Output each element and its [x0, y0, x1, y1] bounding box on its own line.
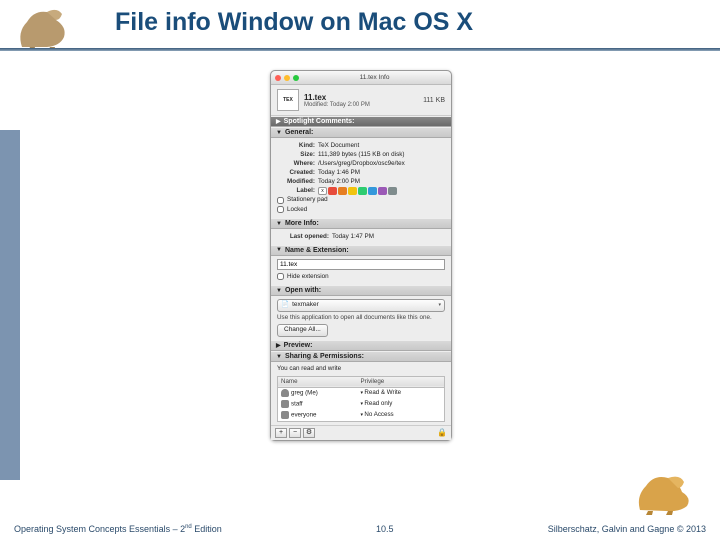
openwith-body: 📄texmaker▾ Use this application to open … — [271, 296, 451, 340]
section-moreinfo-label: More Info: — [285, 220, 319, 227]
group-icon — [281, 400, 289, 408]
open-with-app: texmaker — [292, 301, 319, 310]
section-sharing[interactable]: ▼Sharing & Permissions: — [271, 351, 451, 362]
header-filesize: 111 KB — [423, 97, 445, 104]
label-gray-icon[interactable] — [388, 187, 397, 195]
table-row: greg (Me)▾ Read & Write — [278, 387, 445, 399]
nameext-body: Hide extension — [271, 256, 451, 286]
size-value: 111,389 bytes (115 KB on disk) — [318, 151, 445, 160]
label-green-icon[interactable] — [358, 187, 367, 195]
add-button[interactable]: + — [275, 428, 287, 438]
group-icon — [281, 411, 289, 419]
hide-extension-checkbox[interactable]: Hide extension — [277, 273, 445, 282]
where-label: Where: — [277, 160, 315, 169]
section-general[interactable]: ▼General: — [271, 127, 451, 138]
slide-title: File info Window on Mac OS X — [115, 8, 473, 37]
filename-input[interactable] — [277, 259, 445, 270]
perm-col-name: Name — [278, 376, 358, 387]
section-nameext-label: Name & Extension: — [285, 247, 349, 254]
lock-icon[interactable]: 🔒 — [437, 428, 447, 438]
disclosure-down-icon: ▼ — [276, 288, 282, 294]
label-blue-icon[interactable] — [368, 187, 377, 195]
stationery-label: Stationery pad — [287, 196, 328, 205]
footer-left: Operating System Concepts Essentials – 2… — [14, 524, 222, 534]
label-yellow-icon[interactable] — [348, 187, 357, 195]
window-title: 11.tex Info — [302, 74, 447, 81]
permissions-table: NamePrivilege greg (Me)▾ Read & Write st… — [277, 376, 445, 422]
kind-value: TeX Document — [318, 142, 445, 151]
kind-label: Kind: — [277, 142, 315, 151]
disclosure-down-icon: ▼ — [276, 130, 282, 136]
modified-label: Modified: — [277, 178, 315, 187]
title-underline — [0, 48, 720, 51]
slide-header: File info Window on Mac OS X — [0, 0, 720, 60]
label-swatches: x — [318, 187, 445, 196]
label-orange-icon[interactable] — [338, 187, 347, 195]
close-icon[interactable] — [275, 75, 281, 81]
permissions-footer: + − ⚙ 🔒 — [271, 425, 451, 440]
open-with-desc: Use this application to open all documen… — [277, 314, 445, 323]
disclosure-right-icon: ▶ — [276, 342, 281, 349]
locked-label: Locked — [287, 206, 307, 215]
section-preview-label: Preview: — [284, 342, 313, 349]
section-openwith-label: Open with: — [285, 287, 321, 294]
open-with-select[interactable]: 📄texmaker▾ — [277, 299, 445, 312]
dinosaur-right-image — [632, 468, 702, 516]
table-row: everyone▾ No Access — [278, 410, 445, 422]
label-purple-icon[interactable] — [378, 187, 387, 195]
section-openwith[interactable]: ▼Open with: — [271, 285, 451, 296]
stationery-checkbox[interactable]: Stationery pad — [277, 196, 445, 205]
section-preview[interactable]: ▶Preview: — [271, 340, 451, 351]
minimize-icon[interactable] — [284, 75, 290, 81]
disclosure-down-icon: ▼ — [276, 221, 282, 227]
perm-col-priv: Privilege — [358, 376, 445, 387]
section-nameext[interactable]: ▼Name & Extension: — [271, 245, 451, 256]
general-body: Kind:TeX Document Size:111,389 bytes (11… — [271, 138, 451, 218]
size-label: Size: — [277, 151, 315, 160]
dinosaur-left-image — [12, 2, 82, 52]
disclosure-right-icon: ▶ — [276, 118, 281, 125]
file-header: TEX 11.tex Modified: Today 2:00 PM 111 K… — [271, 85, 451, 116]
where-value: /Users/greg/Dropbox/osc9e/tex — [318, 160, 445, 169]
file-info-window: 11.tex Info TEX 11.tex Modified: Today 2… — [270, 70, 452, 441]
hide-extension-label: Hide extension — [287, 273, 329, 282]
sharing-body: You can read and write NamePrivilege gre… — [271, 362, 451, 425]
section-moreinfo[interactable]: ▼More Info: — [271, 218, 451, 229]
window-titlebar[interactable]: 11.tex Info — [271, 71, 451, 85]
created-label: Created: — [277, 169, 315, 178]
created-value: Today 1:46 PM — [318, 169, 445, 178]
table-row: staff▾ Read only — [278, 399, 445, 410]
zoom-icon[interactable] — [293, 75, 299, 81]
remove-button[interactable]: − — [289, 428, 301, 438]
modified-value: Today 2:00 PM — [318, 178, 445, 187]
section-spotlight-label: Spotlight Comments: — [284, 118, 355, 125]
footer-right: Silberschatz, Galvin and Gagne © 2013 — [548, 524, 706, 534]
tex-document-icon: TEX — [277, 89, 299, 111]
header-filename: 11.tex — [304, 93, 423, 102]
locked-checkbox[interactable]: Locked — [277, 206, 445, 215]
sharing-caption: You can read and write — [277, 365, 445, 374]
moreinfo-body: Last opened:Today 1:47 PM — [271, 229, 451, 245]
page-number: 10.5 — [376, 524, 394, 534]
section-spotlight[interactable]: ▶Spotlight Comments: — [271, 116, 451, 127]
change-all-button[interactable]: Change All... — [277, 324, 328, 337]
disclosure-down-icon: ▼ — [276, 247, 282, 253]
left-accent-bar — [0, 130, 20, 480]
chevron-updown-icon: ▾ — [438, 302, 441, 309]
user-icon — [281, 389, 289, 397]
lastopened-value: Today 1:47 PM — [332, 233, 445, 242]
label-label: Label: — [277, 187, 315, 196]
label-none-icon[interactable]: x — [318, 187, 327, 195]
label-red-icon[interactable] — [328, 187, 337, 195]
disclosure-down-icon: ▼ — [276, 354, 282, 360]
section-sharing-label: Sharing & Permissions: — [285, 353, 364, 360]
slide-footer: Operating System Concepts Essentials – 2… — [0, 524, 720, 534]
header-modified: Modified: Today 2:00 PM — [304, 102, 423, 108]
section-general-label: General: — [285, 129, 313, 136]
lastopened-label: Last opened: — [277, 233, 329, 242]
action-menu-button[interactable]: ⚙ — [303, 428, 315, 438]
